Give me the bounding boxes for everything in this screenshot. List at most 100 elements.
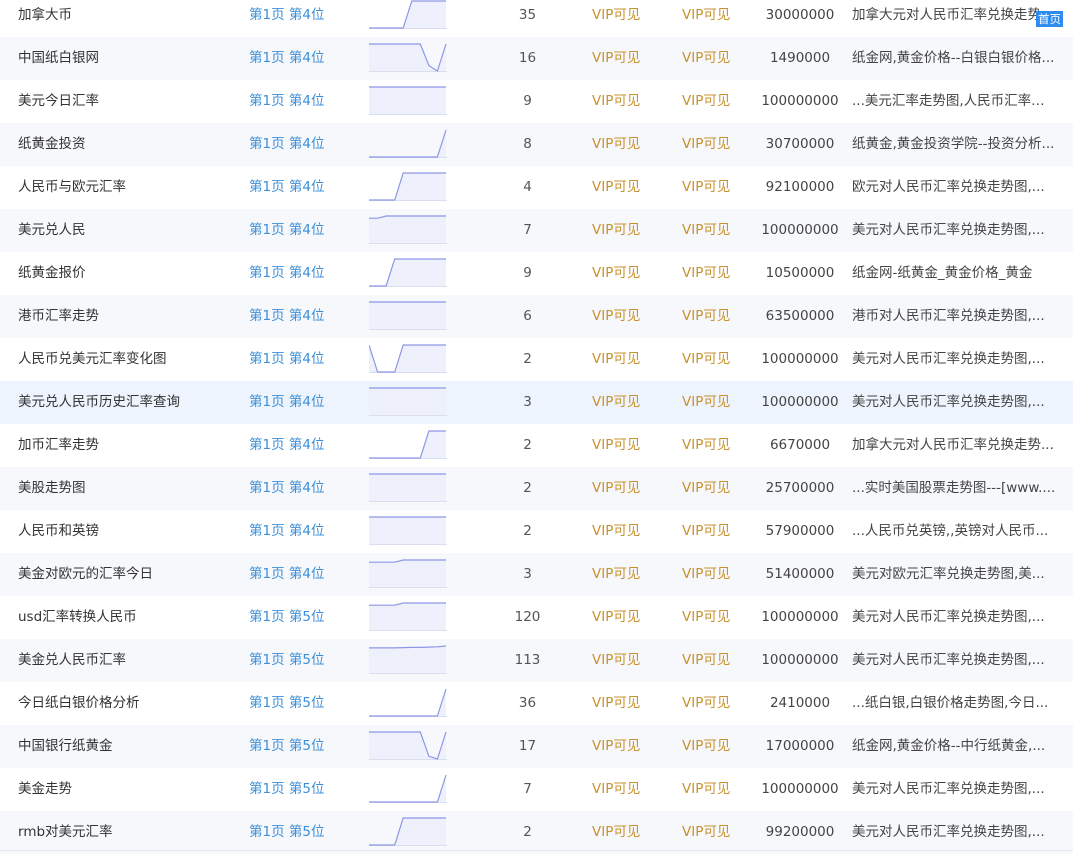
vip-visible-link[interactable]: VIP可见 [592,553,662,596]
result-count: 100000000 [761,652,839,668]
vip-visible-link[interactable]: VIP可见 [682,37,752,80]
vip-visible-link[interactable]: VIP可见 [682,252,752,295]
homepage-badge[interactable]: 首页 [1036,11,1063,27]
page-title-cell[interactable]: 加拿大元对人民币汇率兑换走势... [852,0,1057,37]
table-row: 加拿大币 第1页 第4位 35 VIP可见 VIP可见 30000000 加拿大元对人民币汇… [0,0,1073,37]
vip-visible-link[interactable]: VIP可见 [592,596,662,639]
rank-link[interactable]: 第1页 第4位 [249,37,359,80]
rank-link[interactable]: 第1页 第4位 [249,338,359,381]
page-title-cell[interactable]: 美元对人民币汇率兑换走势图,... [852,338,1057,381]
page-title-cell[interactable]: 纸金网-纸黄金_黄金价格_黄金 [852,252,1057,295]
result-count: 100000000 [761,93,839,109]
rank-link[interactable]: 第1页 第4位 [249,209,359,252]
trend-area [369,44,446,71]
index-value: 6 [523,308,532,324]
page-title-cell[interactable]: 美元对人民币汇率兑换走势图,... [852,768,1057,811]
page-title-cell[interactable]: 纸金网,黄金价格--中行纸黄金,... [852,725,1057,768]
vip-visible-link[interactable]: VIP可见 [682,553,752,596]
vip-visible-link[interactable]: VIP可见 [592,37,662,80]
result-count: 6670000 [769,437,831,453]
page-title-cell[interactable]: 美元对人民币汇率兑换走势图,... [852,639,1057,682]
rank-link[interactable]: 第1页 第5位 [249,725,359,768]
page-title-cell[interactable]: 港币对人民币汇率兑换走势图,... [852,295,1057,338]
table-row: 美金走势 第1页 第5位 7 VIP可见 VIP可见 100000000 美元对人民币汇率兑… [0,768,1073,811]
vip-visible-link[interactable]: VIP可见 [682,424,752,467]
vip-visible-link[interactable]: VIP可见 [592,252,662,295]
rank-link[interactable]: 第1页 第4位 [249,295,359,338]
vip-visible-link[interactable]: VIP可见 [592,0,662,37]
rank-link[interactable]: 第1页 第5位 [249,682,359,725]
page-title-cell[interactable]: 美元对人民币汇率兑换走势图,... [852,209,1057,252]
page-title-cell[interactable]: 欧元对人民币汇率兑换走势图,... [852,166,1057,209]
page-title-cell[interactable]: ...实时美国股票走势图---[www.... [852,467,1057,510]
vip-visible-link[interactable]: VIP可见 [592,682,662,725]
rank-link[interactable]: 第1页 第4位 [249,381,359,424]
vip-visible-link[interactable]: VIP可见 [682,209,752,252]
vip-visible-link[interactable]: VIP可见 [682,0,752,37]
vip-visible-link[interactable]: VIP可见 [592,209,662,252]
trend-sparkline [369,768,447,811]
vip-visible-link[interactable]: VIP可见 [682,725,752,768]
vip-visible-link[interactable]: VIP可见 [682,467,752,510]
keyword-cell: 加币汇率走势 [18,437,99,453]
page-title-cell[interactable]: 美元对欧元汇率兑换走势图,美... [852,553,1057,596]
trend-sparkline [369,596,447,639]
vip-visible-link[interactable]: VIP可见 [592,338,662,381]
page-title-cell[interactable]: 美元对人民币汇率兑换走势图,... [852,811,1057,854]
page-title-cell[interactable]: ...美元汇率走势图,人民币汇率走... [852,80,1057,123]
vip-visible-link[interactable]: VIP可见 [592,295,662,338]
page-title-cell[interactable]: ...纸白银,白银价格走势图,今日... [852,682,1057,725]
vip-visible-link[interactable]: VIP可见 [592,510,662,553]
rank-link[interactable]: 第1页 第4位 [249,510,359,553]
trend-sparkline [369,0,447,37]
vip-visible-link[interactable]: VIP可见 [592,639,662,682]
page-title-cell[interactable]: 纸金网,黄金价格--白银白银价格... [852,37,1057,80]
table-row: 加币汇率走势 第1页 第4位 2 VIP可见 VIP可见 6670000 加拿大元对人民币汇… [0,424,1073,467]
page-title-cell[interactable]: 纸黄金,黄金投资学院--投资分析... [852,123,1057,166]
vip-visible-link[interactable]: VIP可见 [592,166,662,209]
trend-area [369,302,446,329]
vip-visible-link[interactable]: VIP可见 [592,725,662,768]
rank-link[interactable]: 第1页 第4位 [249,467,359,510]
rank-link[interactable]: 第1页 第4位 [249,80,359,123]
rank-link[interactable]: 第1页 第5位 [249,639,359,682]
vip-visible-link[interactable]: VIP可见 [682,295,752,338]
page-title-cell[interactable]: ...人民币兑英镑,,英镑对人民币... [852,510,1057,553]
vip-visible-link[interactable]: VIP可见 [682,682,752,725]
rank-link[interactable]: 第1页 第4位 [249,166,359,209]
vip-visible-link[interactable]: VIP可见 [682,768,752,811]
vip-visible-link[interactable]: VIP可见 [682,596,752,639]
trend-sparkline [369,123,447,166]
page-title-cell[interactable]: 美元对人民币汇率兑换走势图,... [852,381,1057,424]
page-title-cell[interactable]: 美元对人民币汇率兑换走势图,... [852,596,1057,639]
rank-link[interactable]: 第1页 第4位 [249,424,359,467]
rank-link[interactable]: 第1页 第4位 [249,252,359,295]
vip-visible-link[interactable]: VIP可见 [682,80,752,123]
rank-link[interactable]: 第1页 第5位 [249,596,359,639]
rank-link[interactable]: 第1页 第5位 [249,768,359,811]
vip-visible-link[interactable]: VIP可见 [592,123,662,166]
result-count: 30000000 [765,7,835,23]
vip-visible-link[interactable]: VIP可见 [592,80,662,123]
page-title-cell[interactable]: 加拿大元对人民币汇率兑换走势... [852,424,1057,467]
vip-visible-link[interactable]: VIP可见 [682,166,752,209]
table-row: usd汇率转换人民币 第1页 第5位 120 VIP可见 VIP可见 100000000 美… [0,596,1073,639]
rank-link[interactable]: 第1页 第4位 [249,553,359,596]
index-value: 16 [518,50,537,66]
vip-visible-link[interactable]: VIP可见 [682,639,752,682]
vip-visible-link[interactable]: VIP可见 [682,123,752,166]
vip-visible-link[interactable]: VIP可见 [592,381,662,424]
vip-visible-link[interactable]: VIP可见 [682,510,752,553]
trend-area [369,345,446,372]
table-row: 人民币与欧元汇率 第1页 第4位 4 VIP可见 VIP可见 92100000 欧元对人民币… [0,166,1073,209]
vip-visible-link[interactable]: VIP可见 [682,338,752,381]
vip-visible-link[interactable]: VIP可见 [592,424,662,467]
vip-visible-link[interactable]: VIP可见 [682,811,752,854]
vip-visible-link[interactable]: VIP可见 [592,811,662,854]
vip-visible-link[interactable]: VIP可见 [682,381,752,424]
rank-link[interactable]: 第1页 第4位 [249,0,359,37]
rank-link[interactable]: 第1页 第4位 [249,123,359,166]
vip-visible-link[interactable]: VIP可见 [592,467,662,510]
rank-link[interactable]: 第1页 第5位 [249,811,359,854]
vip-visible-link[interactable]: VIP可见 [592,768,662,811]
